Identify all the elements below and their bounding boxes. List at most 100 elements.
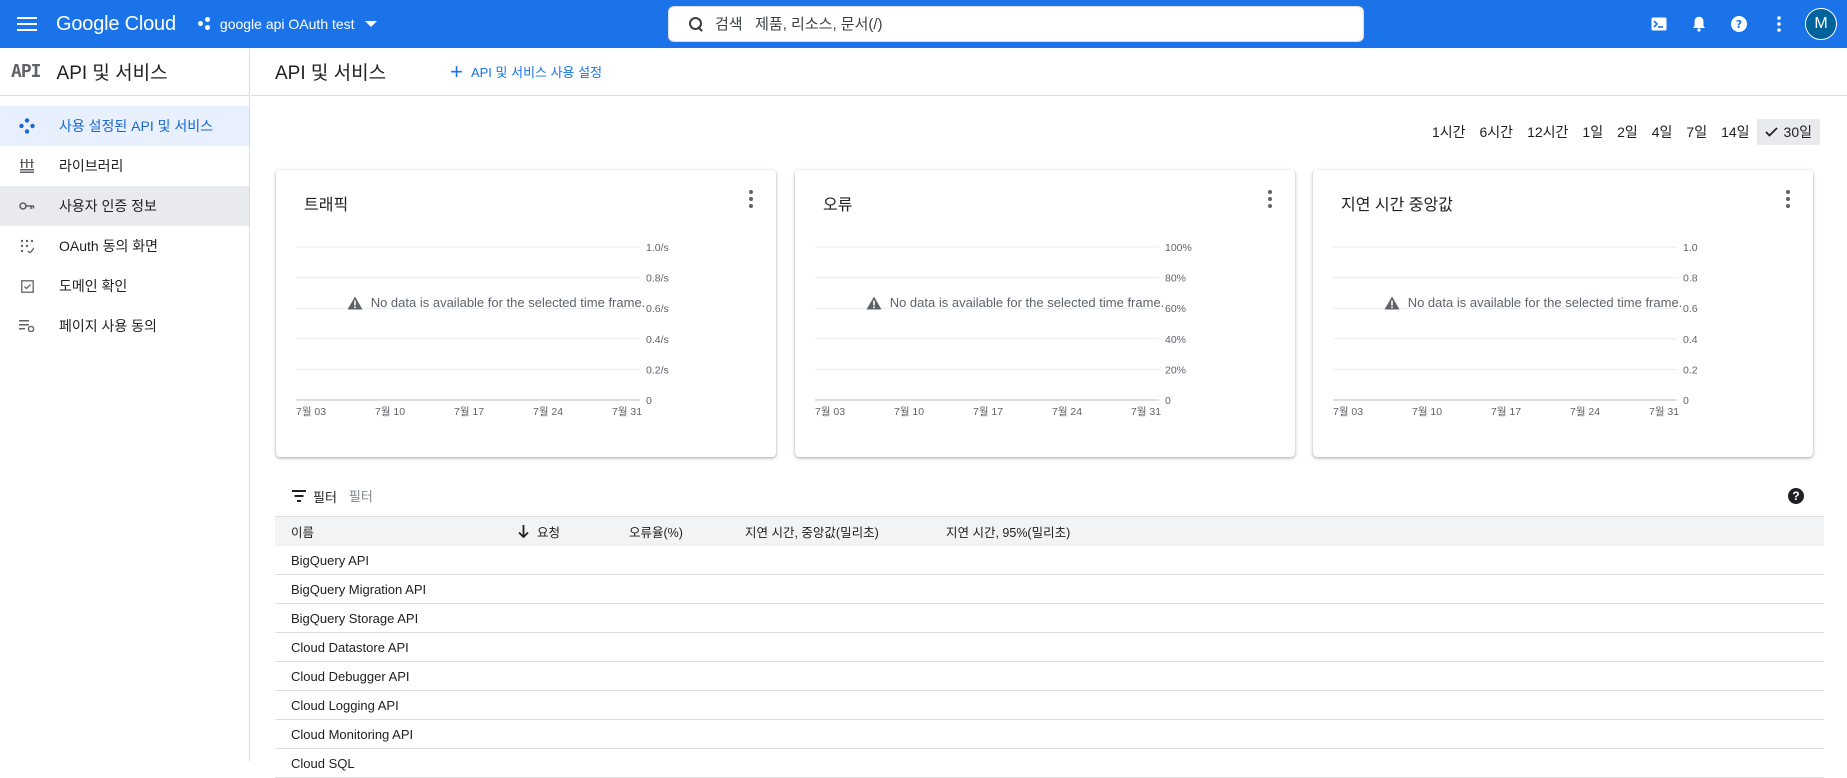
x-tick-label: 7월 17 bbox=[973, 406, 1003, 418]
x-tick-label: 7월 24 bbox=[533, 406, 563, 418]
search-box[interactable] bbox=[668, 6, 1364, 42]
column-error-rate[interactable]: 오류율(%) bbox=[629, 522, 683, 541]
x-tick-label: 7월 03 bbox=[296, 406, 326, 418]
table-filter-bar: 필터 ? bbox=[275, 476, 1824, 516]
check-icon bbox=[1764, 127, 1778, 137]
api-name-link[interactable]: Cloud Monitoring API bbox=[291, 727, 413, 742]
x-tick-label: 7월 31 bbox=[1131, 406, 1161, 418]
sidebar-header: API API 및 서비스 bbox=[0, 48, 249, 96]
table-row[interactable]: Cloud Debugger API bbox=[275, 662, 1824, 691]
time-range-12h[interactable]: 12시간 bbox=[1520, 119, 1575, 145]
x-tick-label: 7월 31 bbox=[612, 406, 642, 418]
time-range-7d[interactable]: 7일 bbox=[1679, 119, 1714, 145]
time-range-1d[interactable]: 1일 bbox=[1575, 119, 1610, 145]
sidebar-item-domain-verification[interactable]: 도메인 확인 bbox=[0, 266, 249, 306]
api-name-link[interactable]: BigQuery Migration API bbox=[291, 582, 426, 597]
x-tick-label: 7월 10 bbox=[1412, 406, 1442, 418]
chart-card-errors: 0 20% 40% 60% 80% 100% 7월 03 7월 10 7월 17 7월 24 7월 … bbox=[795, 170, 1295, 457]
key-icon bbox=[17, 196, 37, 216]
x-tick-label: 7월 31 bbox=[1649, 406, 1679, 418]
notifications-icon[interactable] bbox=[1679, 4, 1719, 44]
column-latency-95[interactable]: 지연 시간, 95%(밀리초) bbox=[946, 522, 1070, 541]
sidebar-item-label: OAuth 동의 화면 bbox=[59, 238, 158, 254]
api-name-link[interactable]: Cloud Datastore API bbox=[291, 640, 409, 655]
time-range-14d[interactable]: 14일 bbox=[1714, 119, 1756, 145]
arrow-down-icon bbox=[518, 525, 529, 538]
table-row[interactable]: Cloud Monitoring API bbox=[275, 720, 1824, 749]
sidebar: API API 및 서비스 사용 설정된 API 및 서비스 라이브러리 사용자… bbox=[0, 48, 250, 761]
search-input[interactable] bbox=[715, 15, 1335, 33]
project-icon bbox=[197, 17, 212, 31]
cloud-shell-icon[interactable] bbox=[1639, 4, 1679, 44]
sidebar-item-credentials[interactable]: 사용자 인증 정보 bbox=[0, 186, 249, 226]
y-tick-label: 0.8/s bbox=[646, 273, 669, 285]
time-range-1h[interactable]: 1시간 bbox=[1425, 119, 1473, 145]
time-range-4d[interactable]: 4일 bbox=[1645, 119, 1680, 145]
top-actions: ? M bbox=[1639, 0, 1847, 48]
sidebar-item-label: 사용자 인증 정보 bbox=[59, 198, 157, 214]
y-tick-label: 0.2 bbox=[1683, 364, 1698, 376]
filter-input[interactable] bbox=[348, 488, 749, 504]
column-requests[interactable]: 요청 bbox=[518, 522, 560, 541]
more-vert-icon[interactable] bbox=[1759, 4, 1799, 44]
chart-more-icon[interactable] bbox=[1267, 190, 1273, 208]
table-row[interactable]: BigQuery Migration API bbox=[275, 575, 1824, 604]
enable-apis-label: API 및 서비스 사용 설정 bbox=[470, 65, 603, 80]
chart-more-icon[interactable] bbox=[748, 190, 754, 208]
table-row[interactable]: BigQuery API bbox=[275, 546, 1824, 575]
y-tick-label: 0.4 bbox=[1683, 334, 1698, 346]
x-tick-label: 7월 03 bbox=[1333, 406, 1363, 418]
sidebar-title: API 및 서비스 bbox=[56, 63, 168, 84]
sidebar-item-page-usage-agreements[interactable]: 페이지 사용 동의 bbox=[0, 306, 249, 346]
api-name-link[interactable]: Cloud SQL bbox=[291, 756, 355, 771]
no-data-message: No data is available for the selected ti… bbox=[276, 295, 776, 310]
sidebar-item-library[interactable]: 라이브러리 bbox=[0, 146, 249, 186]
chevron-down-icon bbox=[364, 21, 377, 27]
api-name-link[interactable]: Cloud Logging API bbox=[291, 698, 399, 713]
x-tick-label: 7월 24 bbox=[1052, 406, 1082, 418]
column-name[interactable]: 이름 bbox=[291, 522, 314, 541]
table-row[interactable]: BigQuery Storage API bbox=[275, 604, 1824, 633]
x-tick-label: 7월 17 bbox=[1491, 406, 1521, 418]
y-tick-label: 80% bbox=[1165, 273, 1186, 285]
chart-title: 지연 시간 중앙값 bbox=[1341, 197, 1453, 214]
project-picker[interactable]: google api OAuth test bbox=[197, 16, 377, 32]
traffic-chart: 00.2/s0.4/s0.6/s0.8/s1.0/s7월 03 7월 10 7월 1… bbox=[296, 242, 669, 418]
api-badge-icon: API bbox=[11, 61, 41, 82]
search-icon bbox=[689, 17, 703, 31]
api-name-link[interactable]: Cloud Debugger API bbox=[291, 669, 410, 684]
api-name-link[interactable]: BigQuery Storage API bbox=[291, 611, 418, 626]
time-range-30d[interactable]: 30일 bbox=[1756, 119, 1820, 145]
google-cloud-logo[interactable]: Google Cloud bbox=[56, 13, 176, 36]
consent-icon bbox=[17, 236, 37, 256]
time-range-2d[interactable]: 2일 bbox=[1610, 119, 1645, 145]
help-icon[interactable]: ? bbox=[1719, 4, 1759, 44]
table-row[interactable]: Cloud Datastore API bbox=[275, 633, 1824, 662]
chart-title: 트래픽 bbox=[304, 197, 349, 214]
column-latency-median[interactable]: 지연 시간, 중앙값(밀리초) bbox=[745, 522, 879, 541]
y-tick-label: 0 bbox=[646, 395, 652, 407]
chart-more-icon[interactable] bbox=[1785, 190, 1791, 208]
table-row[interactable]: Cloud Logging API bbox=[275, 691, 1824, 720]
chart-title: 오류 bbox=[823, 197, 853, 214]
filter-label: 필터 bbox=[313, 489, 337, 505]
library-icon bbox=[17, 156, 37, 176]
time-range-6h[interactable]: 6시간 bbox=[1473, 119, 1521, 145]
diamond-dots-icon bbox=[17, 116, 37, 136]
sidebar-item-oauth-consent[interactable]: OAuth 동의 화면 bbox=[0, 226, 249, 266]
api-table: 이름 요청 오류율(%) 지연 시간, 중앙값(밀리초) 지연 시간, 95%(… bbox=[275, 516, 1824, 778]
table-header: 이름 요청 오류율(%) 지연 시간, 중앙값(밀리초) 지연 시간, 95%(… bbox=[275, 516, 1824, 546]
main-menu-icon[interactable] bbox=[15, 12, 39, 36]
table-row[interactable]: Cloud SQL bbox=[275, 749, 1824, 778]
table-help-icon[interactable]: ? bbox=[1788, 488, 1804, 504]
enable-apis-button[interactable]: + API 및 서비스 사용 설정 bbox=[450, 60, 603, 83]
account-avatar[interactable]: M bbox=[1805, 8, 1837, 40]
x-tick-label: 7월 03 bbox=[815, 406, 845, 418]
errors-chart: 020%40%60%80%100%7월 03 7월 10 7월 17 7월 24 7월 … bbox=[815, 242, 1192, 418]
svg-text:?: ? bbox=[1736, 18, 1742, 31]
time-range-30d-label: 30일 bbox=[1783, 124, 1812, 140]
filter-icon[interactable] bbox=[291, 490, 307, 502]
api-name-link[interactable]: BigQuery API bbox=[291, 553, 369, 568]
sidebar-item-enabled-apis[interactable]: 사용 설정된 API 및 서비스 bbox=[0, 106, 249, 146]
list-settings-icon bbox=[17, 316, 37, 336]
